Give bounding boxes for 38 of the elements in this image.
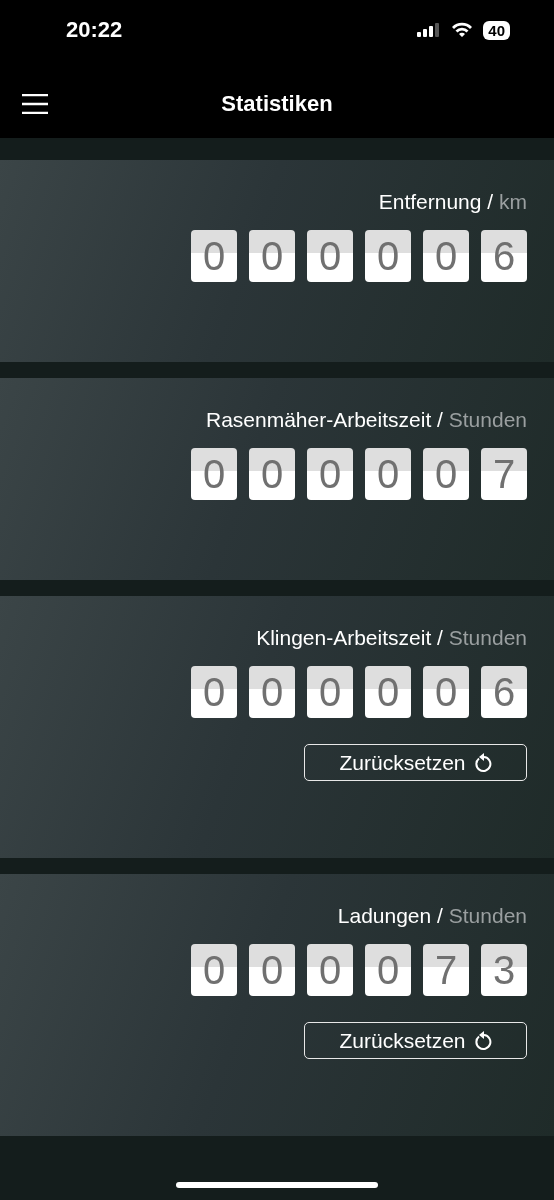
counter-digit: 0 bbox=[307, 448, 353, 500]
stat-title: Klingen-Arbeitszeit / Stunden bbox=[256, 626, 527, 650]
counter-digit: 0 bbox=[307, 944, 353, 996]
counter-digit: 0 bbox=[307, 230, 353, 282]
signal-icon bbox=[417, 23, 442, 37]
counter-digit: 0 bbox=[423, 448, 469, 500]
counter-digit: 0 bbox=[365, 448, 411, 500]
counter-digit: 0 bbox=[249, 944, 295, 996]
counter-digit: 0 bbox=[307, 666, 353, 718]
battery-level: 40 bbox=[483, 20, 510, 40]
stat-title: Entfernung / km bbox=[378, 190, 527, 214]
counter-digit: 0 bbox=[191, 230, 237, 282]
counter-digit: 0 bbox=[423, 666, 469, 718]
menu-icon[interactable] bbox=[22, 94, 48, 114]
status-time: 20:22 bbox=[66, 17, 123, 43]
reset-button[interactable]: Zurücksetzen bbox=[304, 1022, 527, 1059]
wifi-icon bbox=[451, 22, 474, 38]
counter-digit: 0 bbox=[191, 944, 237, 996]
reset-button[interactable]: Zurücksetzen bbox=[304, 744, 527, 781]
counter-digit: 0 bbox=[365, 666, 411, 718]
counter-digit: 6 bbox=[481, 230, 527, 282]
counter-digit: 0 bbox=[365, 944, 411, 996]
reset-icon bbox=[473, 752, 492, 773]
counter-digit: 3 bbox=[481, 944, 527, 996]
reset-icon bbox=[473, 1030, 492, 1051]
counter-digit: 0 bbox=[423, 230, 469, 282]
counter-digit: 0 bbox=[365, 230, 411, 282]
counter-digit: 0 bbox=[191, 448, 237, 500]
counter-digit: 0 bbox=[249, 230, 295, 282]
counter-digit: 0 bbox=[249, 448, 295, 500]
counter-digit: 0 bbox=[191, 666, 237, 718]
counter-digit: 6 bbox=[481, 666, 527, 718]
stat-title: Rasenmäher-Arbeitszeit / Stunden bbox=[205, 408, 527, 432]
counter-digit: 7 bbox=[423, 944, 469, 996]
page-title: Statistiken bbox=[221, 91, 333, 117]
counter-digit: 0 bbox=[249, 666, 295, 718]
stat-title: Ladungen / Stunden bbox=[337, 904, 527, 928]
counter-digit: 7 bbox=[481, 448, 527, 500]
